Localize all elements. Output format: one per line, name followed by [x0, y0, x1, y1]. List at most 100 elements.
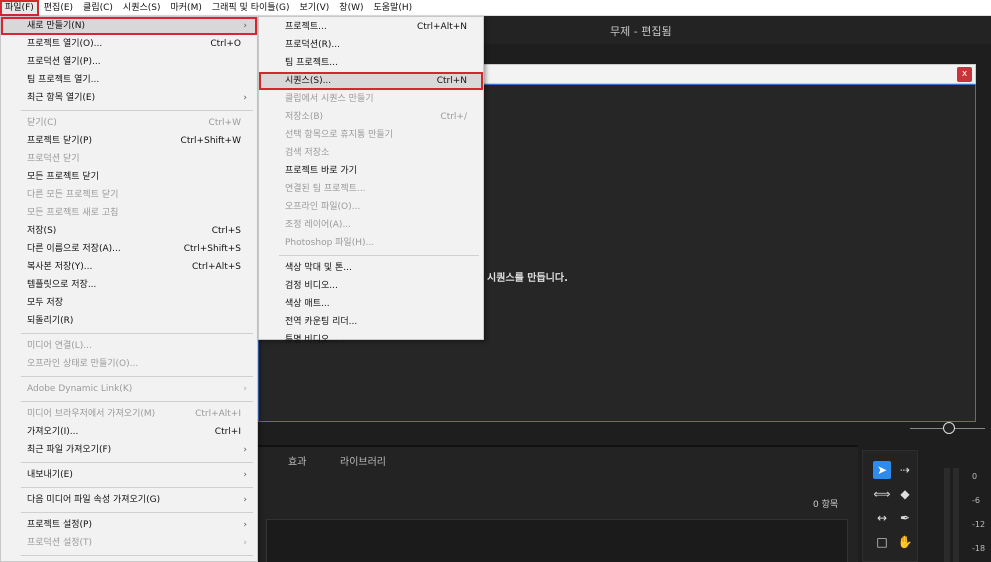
- menu-item-최근-파일-가져오기[interactable]: 최근 파일 가져오기(F) ›: [1, 441, 257, 459]
- menu-item-shortcut: Ctrl+N: [436, 76, 467, 86]
- chevron-right-icon: ›: [243, 520, 247, 530]
- audio-meter: 0 -6 -12 -18: [940, 462, 991, 562]
- menu-item-프로덕션-닫기: 프로덕션 닫기: [1, 150, 257, 168]
- menu-item-가져오기[interactable]: 가져오기(I)... Ctrl+I: [1, 423, 257, 441]
- close-icon[interactable]: x: [957, 67, 972, 82]
- zoom-slider-handle[interactable]: [943, 422, 955, 434]
- meter-channel-right: [953, 468, 959, 562]
- menu-item-색상-막대-및-톤[interactable]: 색상 막대 및 톤...: [259, 259, 483, 277]
- menu-item-프로젝트-설정[interactable]: 프로젝트 설정(P) ›: [1, 516, 257, 534]
- menubar-item[interactable]: 도움말(H): [369, 0, 418, 16]
- menu-item-label: 미디어 연결(L)...: [27, 341, 92, 351]
- menu-item-다른-모든-프로젝트-닫기: 다른 모든 프로젝트 닫기: [1, 186, 257, 204]
- menu-item-투명-비디오[interactable]: 투명 비디오...: [259, 331, 483, 349]
- pen-tool-icon[interactable]: ✒: [896, 509, 914, 527]
- menu-item-다음-미디어-파일-속성-가져오기[interactable]: 다음 미디어 파일 속성 가져오기(G) ›: [1, 491, 257, 509]
- project-panel: 효과 라이브러리 0 항목: [258, 445, 858, 562]
- menu-item-label: 가져오기(I)...: [27, 427, 79, 437]
- menubar-item[interactable]: 편집(E): [39, 0, 78, 16]
- menu-item-label: 프로덕션(R)...: [285, 40, 340, 50]
- menu-item-다른-이름으로-저장[interactable]: 다른 이름으로 저장(A)... Ctrl+Shift+S: [1, 240, 257, 258]
- menu-item-모두-저장[interactable]: 모두 저장: [1, 294, 257, 312]
- hand-tool-icon[interactable]: ✋: [896, 533, 914, 551]
- menu-item-label: 최근 파일 가져오기(F): [27, 445, 112, 455]
- items-count: 0 항목: [813, 500, 839, 510]
- menu-item-label: 프로젝트 열기(O)...: [27, 39, 103, 49]
- project-bin-area[interactable]: [266, 519, 848, 562]
- menu-item-저장소: 저장소(B) Ctrl+/: [259, 108, 483, 126]
- razor-tool-icon[interactable]: ◆: [896, 485, 914, 503]
- menu-separator: [279, 255, 479, 256]
- menu-separator: [21, 462, 253, 463]
- menu-item-프로덕션[interactable]: 프로덕션(R)...: [259, 36, 483, 54]
- menu-item-shortcut: Ctrl+Shift+S: [183, 244, 241, 254]
- menu-item-오프라인-파일: 오프라인 파일(O)...: [259, 198, 483, 216]
- menu-item-label: 모든 프로젝트 새로 고침: [27, 208, 119, 218]
- menubar-item[interactable]: 창(W): [334, 0, 368, 16]
- meter-tick: 0: [972, 472, 978, 481]
- menu-item-label: 오프라인 상태로 만들기(O)...: [27, 359, 139, 369]
- menu-item-모든-프로젝트-닫기[interactable]: 모든 프로젝트 닫기: [1, 168, 257, 186]
- menubar-item[interactable]: 파일(F): [0, 0, 39, 16]
- chevron-right-icon: ›: [243, 21, 247, 31]
- selection-tool-icon[interactable]: ➤: [873, 461, 891, 479]
- menubar-item[interactable]: 마커(M): [166, 0, 207, 16]
- menu-item-label: 프로덕션 열기(P)...: [27, 57, 101, 67]
- menubar-item[interactable]: 시퀀스(S): [118, 0, 166, 16]
- menu-item-팀-프로젝트[interactable]: 팀 프로젝트...: [259, 54, 483, 72]
- menu-item-전역-카운팅-리더[interactable]: 전역 카운팅 리더...: [259, 313, 483, 331]
- track-select-tool-icon[interactable]: ⇢: [896, 461, 914, 479]
- menu-item-템플릿으로-저장[interactable]: 템플릿으로 저장...: [1, 276, 257, 294]
- tab-libraries[interactable]: 라이브러리: [340, 453, 386, 468]
- menu-item-shortcut: Ctrl+W: [208, 118, 241, 128]
- menu-item-프로젝트-열기[interactable]: 프로젝트 열기(O)... Ctrl+O: [1, 35, 257, 53]
- menu-item-프로젝트-바로-가기[interactable]: 프로젝트 바로 가기: [259, 162, 483, 180]
- menu-item-프로젝트[interactable]: 프로젝트... Ctrl+Alt+N: [259, 18, 483, 36]
- menubar-item[interactable]: 보기(V): [295, 0, 335, 16]
- menu-item-검정-비디오[interactable]: 검정 비디오...: [259, 277, 483, 295]
- menu-item-내보내기[interactable]: 내보내기(E) ›: [1, 466, 257, 484]
- rectangle-tool-icon[interactable]: □: [873, 533, 891, 551]
- menu-item-label: Photoshop 파일(H)...: [285, 238, 375, 248]
- menu-item-연결된-팀-프로젝트: 연결된 팀 프로젝트...: [259, 180, 483, 198]
- menubar-item[interactable]: 클립(C): [78, 0, 118, 16]
- menu-item-label: 프로젝트...: [285, 22, 327, 32]
- menu-item-색상-매트[interactable]: 색상 매트...: [259, 295, 483, 313]
- menu-separator: [21, 110, 253, 111]
- menu-item-복사본-저장[interactable]: 복사본 저장(Y)... Ctrl+Alt+S: [1, 258, 257, 276]
- slip-tool-icon[interactable]: ↔: [873, 509, 891, 527]
- menubar-item[interactable]: 그래픽 및 타이틀(G): [207, 0, 295, 16]
- chevron-right-icon: ›: [243, 384, 247, 394]
- menu-item-label: 연결된 팀 프로젝트...: [285, 184, 366, 194]
- meter-tick: -18: [972, 544, 986, 553]
- menu-item-label: 모두 저장: [27, 298, 63, 308]
- menu-item-label: 프로젝트 설정(P): [27, 520, 92, 530]
- menu-item-프로젝트-닫기[interactable]: 프로젝트 닫기(P) Ctrl+Shift+W: [1, 132, 257, 150]
- menu-item-label: 다른 모든 프로젝트 닫기: [27, 190, 119, 200]
- menu-item-shortcut: Ctrl+O: [210, 39, 241, 49]
- menu-item-shortcut: Ctrl+Shift+W: [180, 136, 241, 146]
- tab-effects[interactable]: 효과: [288, 453, 306, 468]
- menu-item-label: 전역 카운팅 리더...: [285, 317, 358, 327]
- file-menu: 새로 만들기(N) › 프로젝트 열기(O)... Ctrl+O 프로덕션 열기(P).…: [0, 16, 258, 562]
- menu-item-shortcut: Ctrl+S: [211, 226, 241, 236]
- menu-item-최근-항목-열기[interactable]: 최근 항목 열기(E) ›: [1, 89, 257, 107]
- menu-item-label: 선택 항목으로 휴지통 만들기: [285, 130, 393, 140]
- menu-item-label: 프로덕션 설정(T): [27, 538, 93, 548]
- menu-item-프로덕션-열기[interactable]: 프로덕션 열기(P)...: [1, 53, 257, 71]
- ripple-edit-tool-icon[interactable]: ⟺: [873, 485, 891, 503]
- menu-item-label: 검색 저장소: [285, 148, 330, 158]
- menu-item-새로-만들기[interactable]: 새로 만들기(N) ›: [1, 17, 257, 35]
- menu-item-label: 색상 매트...: [285, 299, 330, 309]
- menu-item-저장[interactable]: 저장(S) Ctrl+S: [1, 222, 257, 240]
- menu-item-시퀀스[interactable]: 시퀀스(S)... Ctrl+N: [259, 72, 483, 90]
- menu-item-되돌리기[interactable]: 되돌리기(R): [1, 312, 257, 330]
- menu-item-label: 템플릿으로 저장...: [27, 280, 97, 290]
- menu-item-label: 팀 프로젝트 열기...: [27, 75, 100, 85]
- menu-item-팀-프로젝트-열기[interactable]: 팀 프로젝트 열기...: [1, 71, 257, 89]
- menu-item-프로덕션-설정: 프로덕션 설정(T) ›: [1, 534, 257, 552]
- menu-item-클립에서-시퀀스-만들기: 클립에서 시퀀스 만들기: [259, 90, 483, 108]
- meter-tick: -6: [972, 496, 980, 505]
- tools-panel: ➤ ⇢ ⟺ ◆ ↔ ✒ □ ✋: [862, 450, 918, 562]
- menu-item-photoshop-파일: Photoshop 파일(H)...: [259, 234, 483, 252]
